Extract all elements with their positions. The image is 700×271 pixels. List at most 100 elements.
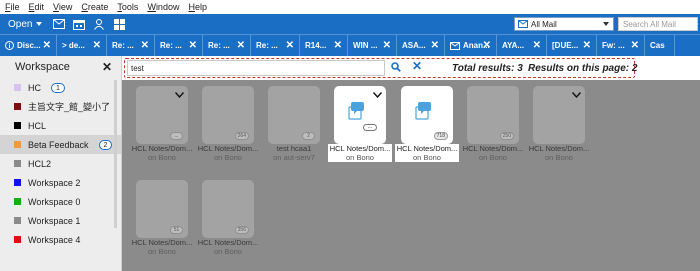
more-options-icon[interactable]: ... xyxy=(363,124,377,131)
sidebar-header: Workspace ✕ xyxy=(0,56,121,78)
chevron-down-icon[interactable] xyxy=(372,89,383,101)
notes-database-icon xyxy=(345,100,367,125)
unread-count-badge: 2 xyxy=(98,139,113,150)
menu-tools[interactable]: Tools xyxy=(117,2,138,12)
sidebar-item-label: 主旨文字_館_變小了 xyxy=(28,102,111,112)
close-tab-icon[interactable]: ✕ xyxy=(483,40,491,51)
close-tab-icon[interactable]: ✕ xyxy=(583,40,591,51)
sidebar-item-label: Beta Feedback xyxy=(28,139,89,150)
card-subtitle: on aut-serv7 xyxy=(273,153,315,162)
card-title: HCL Notes/Dom... xyxy=(197,238,259,247)
database-card[interactable]: 718 xyxy=(401,86,453,144)
card-title: HCL Notes/Dom... xyxy=(131,238,193,247)
card-subtitle: on Bono xyxy=(479,153,507,162)
document-tab[interactable]: Anan... ✕ xyxy=(445,35,497,56)
menu-view[interactable]: View xyxy=(53,2,72,12)
document-tab[interactable]: R14... ✕ xyxy=(300,35,348,56)
apps-grid-icon[interactable] xyxy=(110,17,128,31)
menu-help[interactable]: Help xyxy=(188,2,207,12)
filter-input[interactable]: test xyxy=(127,60,385,76)
menu-bar: File Edit View Create Tools Window Help xyxy=(0,0,700,14)
sidebar-item[interactable]: Workspace 4 xyxy=(0,230,121,249)
sidebar-item[interactable]: 主旨文字_館_變小了 xyxy=(0,97,121,116)
search-placeholder: Search All Mail xyxy=(623,19,676,29)
document-tab[interactable]: Re: ... ✕ xyxy=(107,35,155,56)
color-swatch xyxy=(14,160,21,167)
close-icon[interactable]: ✕ xyxy=(102,60,112,74)
sidebar-item[interactable]: Beta Feedback 2 xyxy=(0,135,121,154)
close-tab-icon[interactable]: ✕ xyxy=(286,40,294,51)
mail-icon xyxy=(450,41,460,50)
card-subtitle: on Bono xyxy=(148,153,176,162)
database-card[interactable]: 264 xyxy=(202,86,254,144)
tab-label: Re: ... xyxy=(112,41,134,50)
contacts-icon[interactable] xyxy=(90,17,108,31)
database-card[interactable]: 51 xyxy=(136,180,188,238)
document-tab[interactable]: WIN ... ✕ xyxy=(348,35,397,56)
card-title: HCL Notes/Dom... xyxy=(131,144,193,153)
database-card[interactable]: 2 xyxy=(268,86,320,144)
card-title: HCL Notes/Dom... xyxy=(396,144,458,153)
close-tab-icon[interactable]: ✕ xyxy=(431,40,439,51)
card-label: test hcaa1 on aut-serv7 xyxy=(262,144,326,162)
close-tab-icon[interactable]: ✕ xyxy=(533,40,541,51)
card-label: HCL Notes/Dom... on Bono xyxy=(461,144,525,162)
database-card[interactable] xyxy=(533,86,585,144)
calendar-icon[interactable] xyxy=(70,17,88,31)
card-title: HCL Notes/Dom... xyxy=(329,144,391,153)
sidebar-item[interactable]: HCL xyxy=(0,116,121,135)
close-tab-icon[interactable]: ✕ xyxy=(93,40,101,51)
menu-create[interactable]: Create xyxy=(81,2,108,12)
close-tab-icon[interactable]: ✕ xyxy=(334,40,342,51)
document-tab[interactable]: Re: ... ✕ xyxy=(203,35,251,56)
close-tab-icon[interactable]: ✕ xyxy=(383,40,391,51)
sidebar-scrollbar[interactable] xyxy=(114,80,117,228)
document-tab[interactable]: Re: ... ✕ xyxy=(251,35,300,56)
database-card[interactable]: ... xyxy=(136,86,188,144)
clear-icon[interactable]: ✕ xyxy=(412,59,422,73)
document-tab[interactable]: > de... ✕ xyxy=(57,35,107,56)
mail-icon[interactable] xyxy=(50,17,68,31)
chevron-down-icon[interactable] xyxy=(174,89,185,101)
card-label: HCL Notes/Dom... on Bono xyxy=(328,144,392,162)
color-swatch xyxy=(14,122,21,129)
close-tab-icon[interactable]: ✕ xyxy=(43,40,51,51)
search-input[interactable]: Search All Mail xyxy=(618,17,698,31)
chevron-down-icon[interactable] xyxy=(571,89,582,101)
document-tab[interactable]: Re: ... ✕ xyxy=(155,35,203,56)
unread-count-badge: 264 xyxy=(234,132,249,140)
database-card[interactable]: 356 xyxy=(202,180,254,238)
open-button[interactable]: Open xyxy=(0,19,48,30)
document-tab[interactable]: Disc... ✕ xyxy=(0,35,57,56)
document-tab[interactable]: AYA... ✕ xyxy=(497,35,547,56)
color-swatch xyxy=(14,84,21,91)
sidebar-item[interactable]: HCL2 xyxy=(0,154,121,173)
document-tab[interactable]: Fw: ... ✕ xyxy=(597,35,645,56)
document-tab[interactable]: Cas xyxy=(645,35,675,56)
chevron-down-icon xyxy=(603,22,609,26)
sidebar-item[interactable]: HC 1 xyxy=(0,78,121,97)
database-card[interactable]: ... xyxy=(334,86,386,144)
card-subtitle: on Bono xyxy=(545,153,573,162)
unread-count-badge: 1 xyxy=(51,82,65,93)
database-card[interactable]: 250 xyxy=(467,86,519,144)
close-tab-icon[interactable]: ✕ xyxy=(631,40,639,51)
card-label: HCL Notes/Dom... on Bono xyxy=(527,144,591,162)
menu-window[interactable]: Window xyxy=(147,2,179,12)
document-tab[interactable]: ASA... ✕ xyxy=(397,35,445,56)
card-label: HCL Notes/Dom... on Bono xyxy=(395,144,459,162)
sidebar-item[interactable]: Workspace 2 xyxy=(0,173,121,192)
notes-database-icon xyxy=(412,100,434,125)
close-tab-icon[interactable]: ✕ xyxy=(141,40,149,51)
tab-label: R14... xyxy=(305,41,327,50)
document-tab-bar: Disc... ✕ > de... ✕ Re: ... ✕ Re: ... ✕ Re: ... ✕… xyxy=(0,34,700,56)
sidebar-item[interactable]: Workspace 0 xyxy=(0,192,121,211)
close-tab-icon[interactable]: ✕ xyxy=(237,40,245,51)
mail-scope-select[interactable]: All Mail xyxy=(514,17,614,31)
sidebar-item[interactable]: Workspace 1 xyxy=(0,211,121,230)
document-tab[interactable]: [DUE... ✕ xyxy=(547,35,597,56)
menu-edit[interactable]: Edit xyxy=(29,2,45,12)
menu-file[interactable]: File xyxy=(5,2,20,12)
close-tab-icon[interactable]: ✕ xyxy=(189,40,197,51)
search-icon[interactable] xyxy=(391,62,401,75)
